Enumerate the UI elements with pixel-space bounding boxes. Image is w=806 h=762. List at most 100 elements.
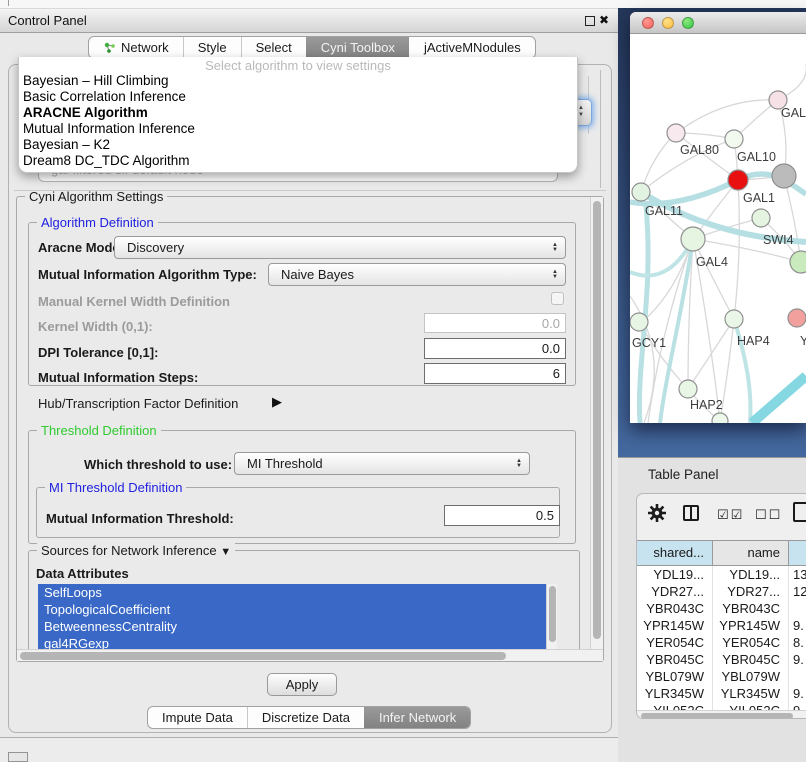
- table-row[interactable]: YLR345WYLR345W9.: [637, 685, 806, 702]
- column-header-partial[interactable]: [789, 541, 806, 565]
- table-row[interactable]: YDL19...YDL19...13: [637, 566, 806, 583]
- dpi-tolerance-field[interactable]: 0.0: [424, 338, 566, 359]
- corner-button-fragment[interactable]: [8, 752, 28, 762]
- app-screen: Control Panel ✖ Network Style Select Cyn…: [0, 0, 806, 762]
- network-node-label: HAP4: [737, 334, 770, 348]
- table-row[interactable]: YBR043CYBR043C: [637, 600, 806, 617]
- sources-title-text: Sources for Network Inference: [41, 543, 217, 558]
- close-icon[interactable]: ✖: [599, 13, 609, 27]
- kernel-width-field[interactable]: 0.0: [424, 313, 566, 333]
- network-node-y[interactable]: [788, 309, 806, 327]
- table-row[interactable]: YIL052CYIL052C9.: [637, 702, 806, 710]
- tab-discretize-data-label: Discretize Data: [262, 707, 350, 729]
- dropdown-item[interactable]: Dream8 DC_TDC Algorithm: [19, 153, 577, 169]
- mi-type-combo[interactable]: Naive Bayes ▲▼: [268, 263, 566, 286]
- network-node-label: GAL1: [743, 191, 775, 205]
- attribute-item[interactable]: SelfLoops: [38, 584, 546, 601]
- tab-infer-network[interactable]: Infer Network: [364, 707, 470, 728]
- close-traffic-light-icon[interactable]: [642, 17, 654, 29]
- dropdown-item[interactable]: Bayesian – K2: [19, 137, 577, 153]
- tab-style[interactable]: Style: [183, 37, 241, 58]
- table-row[interactable]: YBR045CYBR045C9.: [637, 651, 806, 668]
- table-cell: 13: [789, 566, 806, 583]
- mi-steps-field[interactable]: 6: [424, 363, 566, 384]
- network-canvas[interactable]: GALGAL80GAL10GAL1GAL11GAL4SWI4GCY1HAP4YH…: [630, 34, 806, 423]
- network-node[interactable]: [712, 413, 728, 423]
- table-cell: YBR043C: [713, 600, 789, 617]
- attributes-scrollbar[interactable]: [546, 584, 557, 650]
- dropdown-item[interactable]: Mutual Information Inference: [19, 121, 577, 137]
- network-window-titlebar[interactable]: [630, 12, 806, 34]
- network-node[interactable]: [790, 251, 806, 273]
- mi-threshold-field[interactable]: 0.5: [444, 505, 560, 526]
- network-node-hap2[interactable]: [679, 380, 697, 398]
- dropdown-item[interactable]: Basic Correlation Inference: [19, 89, 577, 105]
- network-graph: GALGAL80GAL10GAL1GAL11GAL4SWI4GCY1HAP4YH…: [630, 34, 806, 423]
- tab-network[interactable]: Network: [89, 37, 183, 58]
- dpi-tolerance-label: DPI Tolerance [0,1]:: [38, 345, 158, 361]
- network-node-label: GAL: [781, 106, 806, 120]
- settings-vertical-scrollbar[interactable]: [590, 197, 603, 649]
- attribute-item[interactable]: gal4RGexp: [38, 635, 546, 650]
- table-row[interactable]: YDR27...YDR27...12: [637, 583, 806, 600]
- table-panel-inner: ☑☑ ☐☐ shared... name YDL19...YDL19...13Y…: [636, 493, 806, 719]
- column-header-name[interactable]: name: [713, 541, 789, 565]
- network-node-gal4[interactable]: [681, 227, 705, 251]
- settings-horizontal-scrollbar[interactable]: [17, 649, 603, 661]
- attribute-item[interactable]: TopologicalCoefficient: [38, 601, 546, 618]
- table-row[interactable]: YPR145WYPR145W9.: [637, 617, 806, 634]
- deselect-all-icon[interactable]: ☐☐: [755, 507, 782, 523]
- minimize-traffic-light-icon[interactable]: [662, 17, 674, 29]
- table-row[interactable]: YBL079WYBL079W: [637, 668, 806, 685]
- hub-definition-label[interactable]: Hub/Transcription Factor Definition: [38, 396, 238, 412]
- dropdown-item[interactable]: ARACNE Algorithm: [19, 105, 577, 121]
- which-threshold-value: MI Threshold: [247, 456, 323, 471]
- network-node-swi4[interactable]: [752, 209, 770, 227]
- gear-icon[interactable]: [647, 503, 667, 523]
- table-cell: 9.: [789, 702, 806, 710]
- network-node-gal80[interactable]: [667, 124, 685, 142]
- data-attributes-list[interactable]: SelfLoopsTopologicalCoefficientBetweenne…: [38, 584, 546, 650]
- table-horizontal-scrollbar[interactable]: [637, 710, 806, 719]
- attribute-item[interactable]: BetweennessCentrality: [38, 618, 546, 635]
- table-panel-title: Table Panel: [648, 467, 719, 482]
- table-row[interactable]: YER054CYER054C8.: [637, 634, 806, 651]
- stepper-arrows-icon: ▲▼: [549, 265, 561, 280]
- tab-select[interactable]: Select: [241, 37, 306, 58]
- dropdown-item[interactable]: Bayesian – Hill Climbing: [19, 73, 577, 89]
- tab-impute-data[interactable]: Impute Data: [148, 707, 247, 728]
- collapse-arrow-icon[interactable]: ▼: [220, 546, 231, 558]
- tab-cyni-toolbox[interactable]: Cyni Toolbox: [306, 37, 409, 58]
- tab-impute-data-label: Impute Data: [162, 707, 233, 729]
- tab-discretize-data[interactable]: Discretize Data: [247, 707, 364, 728]
- file-icon[interactable]: [793, 502, 806, 522]
- network-node-gal10[interactable]: [725, 130, 743, 148]
- network-window[interactable]: GALGAL80GAL10GAL1GAL11GAL4SWI4GCY1HAP4YH…: [630, 12, 806, 423]
- expand-arrow-icon[interactable]: ▶: [272, 394, 282, 410]
- tab-jactivemnodules[interactable]: jActiveMNodules: [409, 37, 535, 58]
- column-header-shared-name[interactable]: shared...: [637, 541, 713, 565]
- network-node-label: GAL4: [696, 255, 728, 269]
- table-cell: 9.: [789, 685, 806, 702]
- aracne-mode-combo[interactable]: Discovery ▲▼: [114, 236, 566, 259]
- network-node-gal1[interactable]: [728, 170, 748, 190]
- aracne-mode-label: Aracne Mode:: [38, 240, 124, 256]
- which-threshold-combo[interactable]: MI Threshold ▲▼: [234, 452, 530, 475]
- network-node[interactable]: [772, 164, 796, 188]
- select-all-icon[interactable]: ☑☑: [717, 507, 744, 523]
- network-node-gal11[interactable]: [632, 183, 650, 201]
- table-cell: 12: [789, 583, 806, 600]
- apply-button[interactable]: Apply: [267, 673, 337, 696]
- table-cell: YIL052C: [713, 702, 789, 710]
- mi-steps-label: Mutual Information Steps:: [38, 370, 198, 386]
- network-node-gcy1[interactable]: [630, 313, 648, 331]
- manual-kernel-checkbox[interactable]: [551, 292, 564, 305]
- algorithm-definition-title: Algorithm Definition: [37, 215, 158, 230]
- table-cell: 8.: [789, 634, 806, 651]
- control-panel-title: Control Panel: [8, 9, 87, 33]
- zoom-traffic-light-icon[interactable]: [682, 17, 694, 29]
- network-node-hap4[interactable]: [725, 310, 743, 328]
- float-window-icon[interactable]: [585, 16, 595, 26]
- columns-icon[interactable]: [683, 505, 699, 521]
- table-cell: YLR345W: [637, 685, 713, 702]
